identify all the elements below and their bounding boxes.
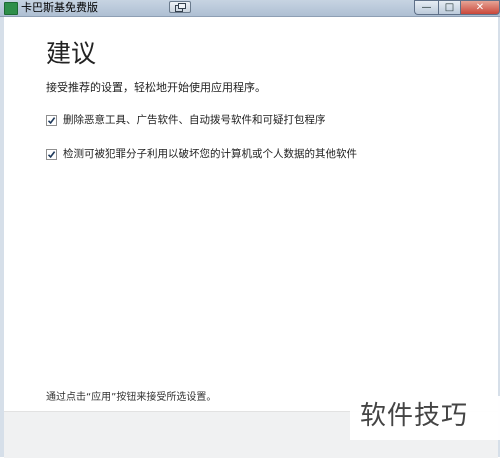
- checkmark-icon: [47, 150, 56, 158]
- footer-hint: 通过点击“应用”按钮来接受所选设置。: [46, 392, 217, 403]
- option-label: 检测可被犯罪分子利用以破坏您的计算机或个人数据的其他软件: [63, 148, 357, 160]
- watermark: 软件技巧: [360, 401, 469, 431]
- option-detect-other-software[interactable]: 检测可被犯罪分子利用以破坏您的计算机或个人数据的其他软件: [46, 147, 357, 161]
- restore-window-glyph: [175, 3, 186, 12]
- title-bar[interactable]: 卡巴斯基免费版 — □ ✕: [0, 0, 500, 17]
- checkmark-icon: [47, 116, 56, 124]
- close-button[interactable]: ✕: [460, 0, 500, 15]
- checkbox-remove-malware-tools[interactable]: [46, 114, 57, 126]
- option-label: 删除恶意工具、广告软件、自动拨号软件和可疑打包程序: [63, 114, 326, 126]
- window-frame-left: [0, 17, 4, 457]
- window-title: 卡巴斯基免费版: [21, 1, 98, 14]
- maximize-button[interactable]: □: [438, 0, 460, 15]
- page-subtitle: 接受推荐的设置，轻松地开始使用应用程序。: [46, 81, 266, 94]
- minimize-button[interactable]: —: [414, 0, 438, 15]
- installer-window: 卡巴斯基免费版 — □ ✕ 建议 接受推荐的设置，轻松地开始使用应用程序。 删除…: [0, 0, 500, 458]
- kaspersky-app-icon: [4, 2, 18, 15]
- option-remove-malware-tools[interactable]: 删除恶意工具、广告软件、自动拨号软件和可疑打包程序: [46, 113, 326, 127]
- window-controls: — □ ✕: [414, 0, 500, 16]
- restore-window-icon[interactable]: [169, 1, 191, 13]
- checkbox-detect-other-software[interactable]: [46, 148, 57, 160]
- page-title: 建议: [46, 39, 97, 68]
